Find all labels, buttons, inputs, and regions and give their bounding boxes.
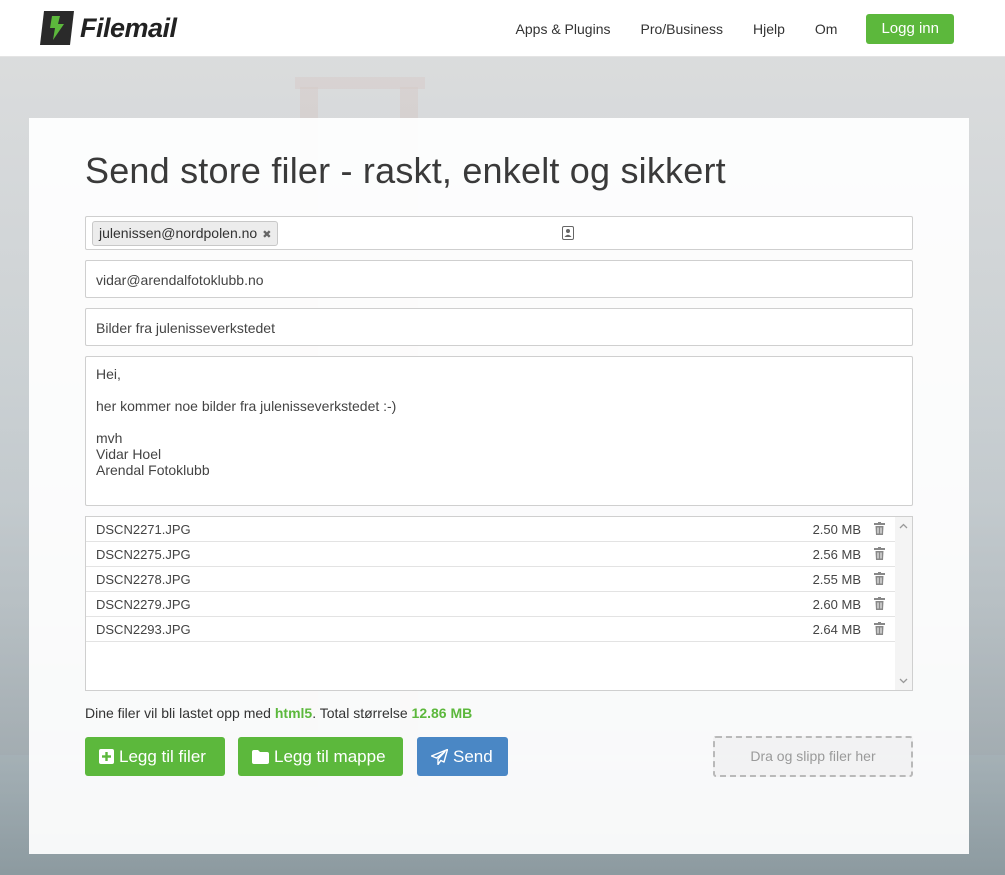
message-line (96, 414, 902, 430)
nav-pro-business[interactable]: Pro/Business (640, 14, 722, 44)
trash-icon[interactable] (874, 522, 885, 535)
trash-icon[interactable] (874, 622, 885, 635)
file-size: 2.55 MB (812, 572, 861, 587)
close-icon[interactable]: ✖ (262, 229, 271, 241)
file-size: 2.56 MB (812, 547, 861, 562)
upload-summary: Dine filer vil bli lastet opp med html5.… (85, 705, 472, 721)
add-files-label: Legg til filer (119, 747, 206, 766)
add-files-button[interactable]: Legg til filer (85, 737, 225, 776)
file-name: DSCN2293.JPG (96, 622, 191, 637)
file-row: DSCN2275.JPG 2.56 MB (86, 542, 895, 567)
message-line: Vidar Hoel (96, 446, 162, 462)
send-form-card: Send store filer - raskt, enkelt og sikk… (29, 118, 969, 854)
file-size: 2.50 MB (812, 522, 861, 537)
file-name: DSCN2279.JPG (96, 597, 191, 612)
message-textarea[interactable]: Hei, her kommer noe bilder fra julenisse… (85, 356, 913, 506)
file-row: DSCN2278.JPG 2.55 MB (86, 567, 895, 592)
chevron-up-icon[interactable] (899, 522, 908, 531)
file-list[interactable]: DSCN2271.JPG 2.50 MB DSCN2275.JPG 2.56 M… (85, 516, 913, 691)
send-button[interactable]: Send (417, 737, 508, 776)
folder-icon (252, 749, 269, 764)
message-line (96, 382, 902, 398)
upload-summary-prefix: Dine filer vil bli lastet opp med (85, 705, 275, 721)
top-navbar: Filemail Apps & Plugins Pro/Business Hje… (0, 0, 1005, 57)
nav-help[interactable]: Hjelp (753, 14, 785, 44)
recipient-field[interactable]: julenissen@nordpolen.no ✖ (85, 216, 913, 250)
logo-text: Filemail (80, 12, 177, 43)
file-row: DSCN2293.JPG 2.64 MB (86, 617, 895, 642)
filemail-logo-icon (40, 11, 74, 45)
chevron-down-icon[interactable] (899, 676, 908, 685)
file-name: DSCN2275.JPG (96, 547, 191, 562)
nav-apps-plugins[interactable]: Apps & Plugins (516, 14, 611, 44)
file-row: DSCN2271.JPG 2.50 MB (86, 517, 895, 542)
message-line: her kommer noe bilder fra julenisseverks… (96, 398, 397, 414)
recipient-chip: julenissen@nordpolen.no ✖ (92, 221, 279, 246)
subject-field[interactable]: Bilder fra julenisseverkstedet (85, 308, 913, 346)
upload-summary-middle: . Total størrelse (312, 705, 412, 721)
send-label: Send (453, 747, 493, 766)
nav-about[interactable]: Om (815, 14, 838, 44)
scrollbar[interactable] (895, 517, 912, 690)
message-line: Arendal Fotoklubb (96, 462, 210, 478)
plus-square-icon (99, 749, 114, 764)
address-book-icon[interactable] (562, 226, 574, 240)
trash-icon[interactable] (874, 572, 885, 585)
message-line: mvh (96, 430, 123, 446)
file-name: DSCN2271.JPG (96, 522, 191, 537)
sender-email-field[interactable]: vidar@arendalfotoklubb.no (85, 260, 913, 298)
file-size: 2.64 MB (812, 622, 861, 637)
add-folder-label: Legg til mappe (274, 747, 386, 766)
paper-plane-icon (431, 748, 448, 765)
logo[interactable]: Filemail (38, 9, 177, 47)
add-folder-button[interactable]: Legg til mappe (238, 737, 403, 776)
main-nav: Apps & Plugins Pro/Business Hjelp Om Log… (486, 14, 954, 44)
file-size: 2.60 MB (812, 597, 861, 612)
trash-icon[interactable] (874, 597, 885, 610)
file-name: DSCN2278.JPG (96, 572, 191, 587)
file-row: DSCN2279.JPG 2.60 MB (86, 592, 895, 617)
recipient-chip-label: julenissen@nordpolen.no (99, 225, 258, 241)
page-title: Send store filer - raskt, enkelt og sikk… (85, 150, 726, 191)
trash-icon[interactable] (874, 547, 885, 560)
message-line: Hei, (96, 366, 121, 382)
total-size: 12.86 MB (411, 705, 473, 721)
login-button[interactable]: Logg inn (866, 14, 954, 44)
upload-method: html5 (274, 705, 313, 721)
drop-zone[interactable]: Dra og slipp filer her (713, 736, 913, 777)
